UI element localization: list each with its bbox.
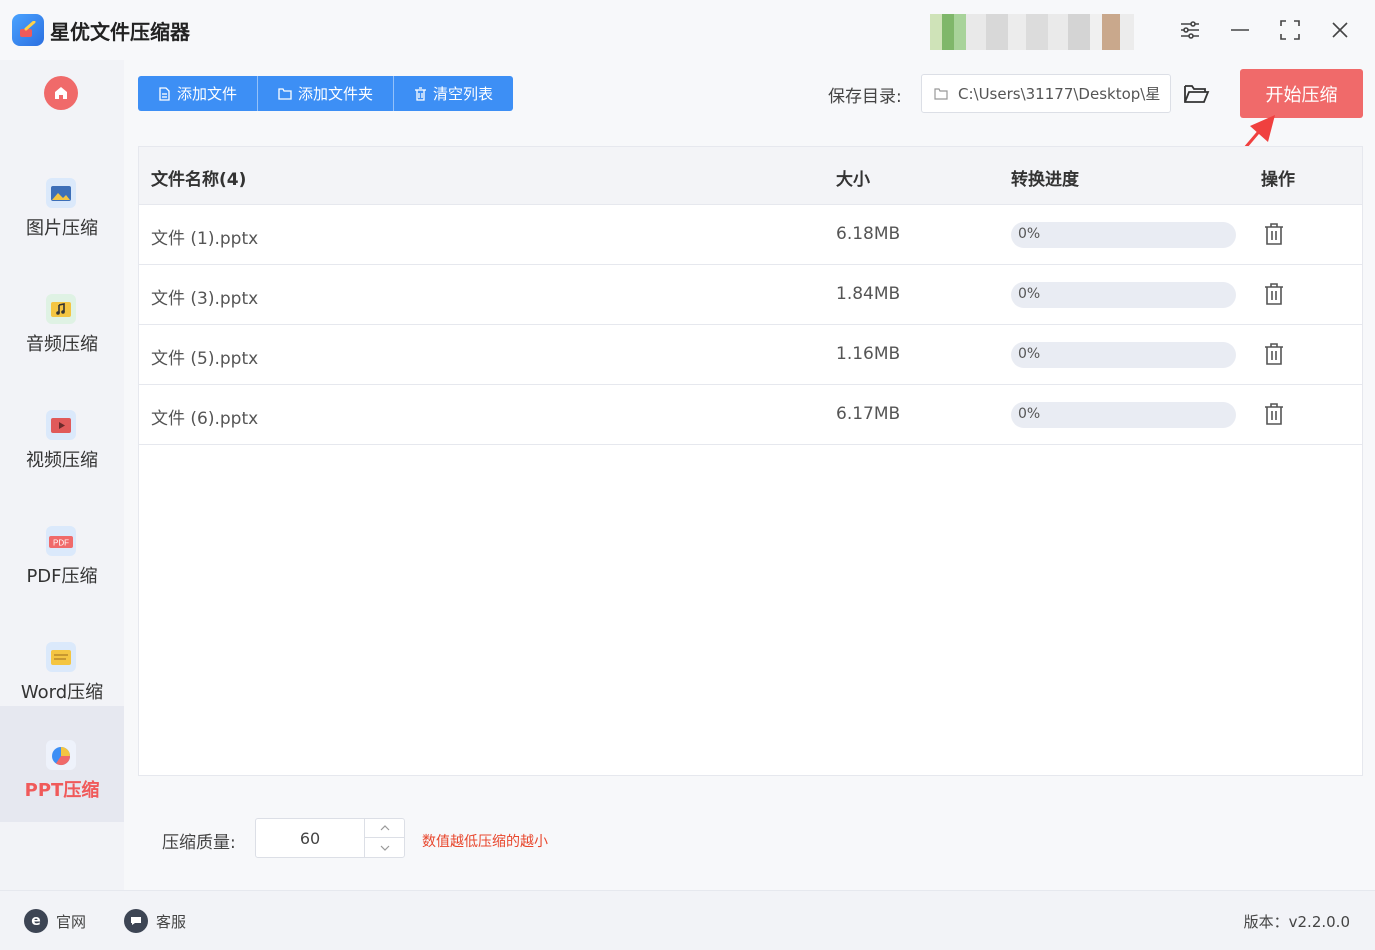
file-size: 1.84MB [836,284,901,304]
browse-folder-button[interactable] [1182,80,1210,108]
sidebar-item-ppt[interactable]: PPT压缩 [0,706,124,822]
column-header-size: 大小 [836,170,870,190]
video-icon [46,410,76,440]
clear-list-label: 清空列表 [433,85,494,103]
chevron-down-icon [380,845,389,851]
trash-icon [1265,403,1283,425]
progress-text: 0% [1018,346,1041,362]
decrease-button[interactable] [365,838,404,857]
table-row[interactable]: 文件 (6).pptx 6.17MB 0% [139,385,1362,445]
quality-label: 压缩质量: [162,833,236,853]
folder-icon [278,88,292,100]
sidebar-item-image[interactable]: 图片压缩 [0,144,124,260]
file-toolbar: 添加文件 添加文件夹 清空列表 [138,76,514,111]
file-size: 6.18MB [836,224,901,244]
progress-bar: 0% [1011,222,1236,248]
word-icon [46,642,76,672]
chat-bubble-icon [124,909,148,933]
ie-browser-icon: e [24,909,48,933]
file-name: 文件 (6).pptx [151,409,259,429]
user-avatar[interactable] [930,14,1155,50]
progress-bar: 0% [1011,282,1236,308]
trash-icon [1265,343,1283,365]
sidebar: 图片压缩 音频压缩 视频压缩 PDF PDF压缩 Word压缩 PPT压缩 [0,60,124,890]
file-icon [159,86,170,101]
add-file-button[interactable]: 添加文件 [138,76,259,111]
file-size: 6.17MB [836,404,901,424]
file-name: 文件 (3).pptx [151,289,259,309]
sidebar-item-pdf[interactable]: PDF PDF压缩 [0,492,124,608]
pdf-icon: PDF [46,526,76,556]
support-link[interactable]: 客服 [124,909,186,933]
column-header-action: 操作 [1261,170,1295,190]
svg-text:PDF: PDF [53,539,69,548]
app-logo-icon [12,14,44,46]
maximize-icon[interactable] [1276,16,1304,44]
sidebar-item-audio[interactable]: 音频压缩 [0,260,124,376]
website-label: 官网 [56,912,87,931]
file-name: 文件 (5).pptx [151,349,259,369]
save-dir-path: C:\Users\31177\Desktop\星 [958,85,1161,103]
progress-bar: 0% [1011,342,1236,368]
folder-icon [934,87,948,100]
increase-button[interactable] [365,819,404,838]
trash-icon [1265,283,1283,305]
file-name: 文件 (1).pptx [151,229,259,249]
clear-list-button[interactable]: 清空列表 [394,76,513,111]
delete-button[interactable] [1263,402,1285,426]
column-header-progress: 转换进度 [1011,170,1079,190]
minimize-icon[interactable] [1226,16,1254,44]
delete-button[interactable] [1263,282,1285,306]
column-header-name: 文件名称(4) [151,170,247,190]
file-table: 文件名称(4) 大小 转换进度 操作 文件 (1).pptx 6.18MB 0% 文件… [138,146,1363,776]
ppt-icon [46,740,76,770]
progress-text: 0% [1018,226,1041,242]
table-row[interactable]: 文件 (1).pptx 6.18MB 0% [139,205,1362,265]
sidebar-item-label: Word压缩 [20,682,104,703]
delete-button[interactable] [1263,342,1285,366]
trash-icon [415,86,427,101]
sidebar-item-label: 音频压缩 [26,334,98,355]
image-icon [46,178,76,208]
progress-text: 0% [1018,286,1041,302]
app-title: 星优文件压缩器 [50,20,190,44]
table-header: 文件名称(4) 大小 转换进度 操作 [139,147,1362,205]
add-file-label: 添加文件 [177,85,238,103]
add-folder-label: 添加文件夹 [298,85,374,103]
version-label: 版本：v2.2.0.0 [1243,913,1350,931]
save-dir-label: 保存目录: [828,87,902,107]
chevron-up-icon [380,825,389,831]
sidebar-item-label: 视频压缩 [26,450,98,471]
sidebar-item-label: 图片压缩 [26,218,98,239]
progress-bar: 0% [1011,402,1236,428]
settings-sliders-icon[interactable] [1176,16,1204,44]
support-label: 客服 [156,912,187,931]
delete-button[interactable] [1263,222,1285,246]
sidebar-item-label: PDF压缩 [26,566,98,587]
progress-text: 0% [1018,406,1041,422]
compression-settings: 压缩质量: 60 数值越低压缩的越小 [124,790,1375,888]
quality-stepper[interactable]: 60 [255,818,405,858]
trash-icon [1265,223,1283,245]
quality-hint: 数值越低压缩的越小 [422,834,548,850]
home-button[interactable] [44,76,78,110]
quality-value[interactable]: 60 [256,829,364,848]
audio-icon [46,294,76,324]
open-folder-icon [1184,85,1210,103]
file-size: 1.16MB [836,344,901,364]
add-folder-button[interactable]: 添加文件夹 [258,76,395,111]
website-link[interactable]: e 官网 [24,909,86,933]
sidebar-item-video[interactable]: 视频压缩 [0,376,124,492]
table-row[interactable]: 文件 (5).pptx 1.16MB 0% [139,325,1362,385]
start-compress-button[interactable]: 开始压缩 [1240,69,1363,118]
title-bar: 星优文件压缩器 [0,0,1375,60]
close-icon[interactable] [1326,16,1354,44]
save-dir-field[interactable]: C:\Users\31177\Desktop\星 [921,74,1171,113]
table-row[interactable]: 文件 (3).pptx 1.84MB 0% [139,265,1362,325]
sidebar-item-label: PPT压缩 [24,780,100,801]
footer: e 官网 客服 版本：v2.2.0.0 [0,890,1375,950]
home-icon [55,87,67,99]
